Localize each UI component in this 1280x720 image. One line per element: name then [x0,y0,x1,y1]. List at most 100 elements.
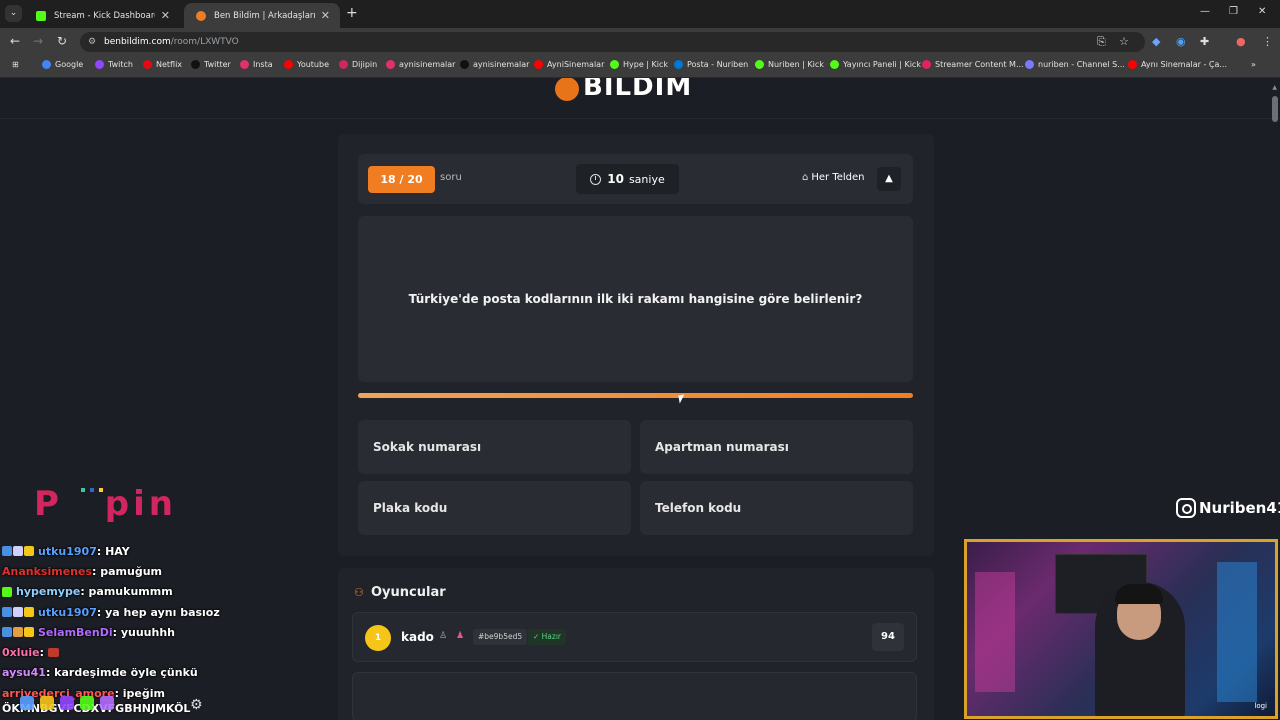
content-icon [922,60,931,69]
chat-text: : ipeğim [114,686,166,700]
scroll-up-icon[interactable]: ▲ [1272,84,1277,91]
answer-option-d[interactable]: Telefon kodu [640,481,913,535]
install-app-icon[interactable]: ⎘ [1097,35,1106,49]
close-window-icon[interactable]: ✕ [1258,6,1266,17]
reload-icon[interactable]: ↻ [57,34,67,48]
chat-username: Ananksimenes [2,564,92,578]
bookmark-item[interactable]: Twitter [191,60,231,69]
bookmark-item[interactable]: Posta - Nuriben [674,60,748,69]
stream-chat-overlay: utku1907: HAY Ananksimenes: pamuğum hypemy… [2,541,302,703]
site-logo[interactable]: BİLDİM [555,78,692,106]
chat-badges [2,586,13,597]
badge-icon [13,627,23,638]
badge-icon [2,586,12,597]
host-icon: ♟ [456,631,465,641]
bookmark-label: Insta [253,60,273,69]
close-icon[interactable]: ✕ [161,9,170,22]
close-icon[interactable]: ✕ [321,9,330,22]
profile-avatar[interactable]: ● [1236,35,1246,48]
report-button[interactable]: ▲ [877,167,901,191]
chat-text: : yuuuhhh [112,625,176,639]
chat-username: SelamBenDi [38,625,113,639]
restore-icon[interactable]: ❐ [1229,6,1238,17]
bookmark-item[interactable]: Google [42,60,83,69]
bookmark-item[interactable]: Yayıncı Paneli | Kick [830,60,921,69]
bookmark-item[interactable]: Youtube [284,60,329,69]
bookmark-label: Google [55,60,84,69]
url-host: benbildim.com [104,37,171,47]
taskbar-app-icon[interactable] [20,696,34,710]
bookmark-item[interactable]: Dijipin [339,60,377,69]
new-tab-button[interactable]: + [346,5,358,21]
bookmark-label: Streamer Content M... [935,60,1024,69]
dijipin-icon [339,60,348,69]
logo-dot [81,488,85,492]
mail-icon [674,60,683,69]
bookmark-item[interactable]: AyniSinemalar [534,60,604,69]
answer-option-c[interactable]: Plaka kodu [358,481,631,535]
bookmark-label: Aynı Sinemalar - Ça... [1141,60,1227,69]
netflix-icon [143,60,152,69]
chat-text: : HAY [96,544,130,558]
bookmark-star-icon[interactable]: ☆ [1119,35,1129,48]
taskbar-app-icon[interactable] [40,696,54,710]
bookmark-label: Twitter [204,60,231,69]
answer-option-a[interactable]: Sokak numarası [358,420,631,474]
bookmark-item[interactable]: nuriben - Channel S... [1025,60,1125,69]
kick-icon [610,60,619,69]
mouse-cursor [678,394,686,404]
sponsor-p: P [34,484,63,524]
chat-message: hypemype: pamukummm [2,582,302,602]
extensions-puzzle-icon[interactable]: ✚ [1200,35,1209,48]
menu-icon[interactable]: ⋮ [1262,35,1273,48]
badge-icon [2,607,12,618]
bookmark-label: Netflix [156,60,183,69]
bookmark-item[interactable]: Netflix [143,60,182,69]
bookmark-label: Posta - Nuriben [687,60,749,69]
bookmark-label: Youtube [297,60,329,69]
back-icon[interactable]: ← [10,34,20,48]
player-id: #be9b5ed5 [473,629,528,645]
badge-icon [24,627,34,638]
shield-extension-icon[interactable]: ◆ [1152,35,1160,48]
chat-text: : [39,646,44,660]
scrollbar-thumb[interactable] [1272,96,1278,122]
address-bar[interactable]: ⚙ benbildim.com/room/LXWTVO [80,32,1145,52]
bookmark-item[interactable]: Twitch [95,60,133,69]
bookmark-item[interactable]: Aynı Sinemalar - Ça... [1128,60,1227,69]
player-row[interactable] [352,672,917,720]
bookmark-item[interactable]: aynisinemalar [386,60,455,69]
tab-label: Ben Bildim | Arkadaşlarınla Onli [214,10,315,21]
instagram-icon [1176,498,1196,518]
taskbar-app-icon[interactable] [100,696,114,710]
forward-icon[interactable]: → [33,34,43,48]
logo-dot [99,488,103,492]
more-bookmarks-icon[interactable]: » [1251,60,1256,69]
bookmark-item[interactable]: Hype | Kick [610,60,668,69]
badge-icon [2,627,12,638]
apps-grid-icon[interactable]: ⊞ [12,60,19,69]
bookmark-item[interactable]: Streamer Content M... [922,60,1024,69]
tab-search-button[interactable]: ⌄ [5,5,22,22]
badge-icon [13,546,23,557]
tab-ben-bildim[interactable]: Ben Bildim | Arkadaşlarınla Onli ✕ [184,3,340,28]
player-row[interactable]: 1 kado ♙ ♟ #be9b5ed5 ✓ Hazır 94 [352,612,917,662]
badge-icon [24,546,34,557]
settings-icon[interactable]: ⚙ [190,697,203,713]
bookmark-label: Dijipin [352,60,378,69]
taskbar-app-icon[interactable] [80,696,94,710]
handle-text: Nuriben41 [1199,499,1280,517]
tab-kick-dashboard[interactable]: Stream - Kick Dashboard ✕ [24,3,180,28]
answer-option-b[interactable]: Apartman numarası [640,420,913,474]
bookmark-label: Twitch [108,60,133,69]
x-icon [460,60,469,69]
site-info-icon[interactable]: ⚙ [88,32,96,52]
bookmark-item[interactable]: Insta [240,60,273,69]
minimize-icon[interactable]: — [1200,6,1210,17]
players-title: Oyuncular [371,585,446,600]
bookmark-item[interactable]: aynisinemalar [460,60,529,69]
bookmark-item[interactable]: Nuriben | Kick [755,60,824,69]
extension-icon[interactable]: ◉ [1176,35,1186,48]
browser-toolbar: ← → ↻ ⚙ benbildim.com/room/LXWTVO ⎘ ☆ ◆ … [0,28,1280,56]
taskbar-app-icon[interactable] [60,696,74,710]
